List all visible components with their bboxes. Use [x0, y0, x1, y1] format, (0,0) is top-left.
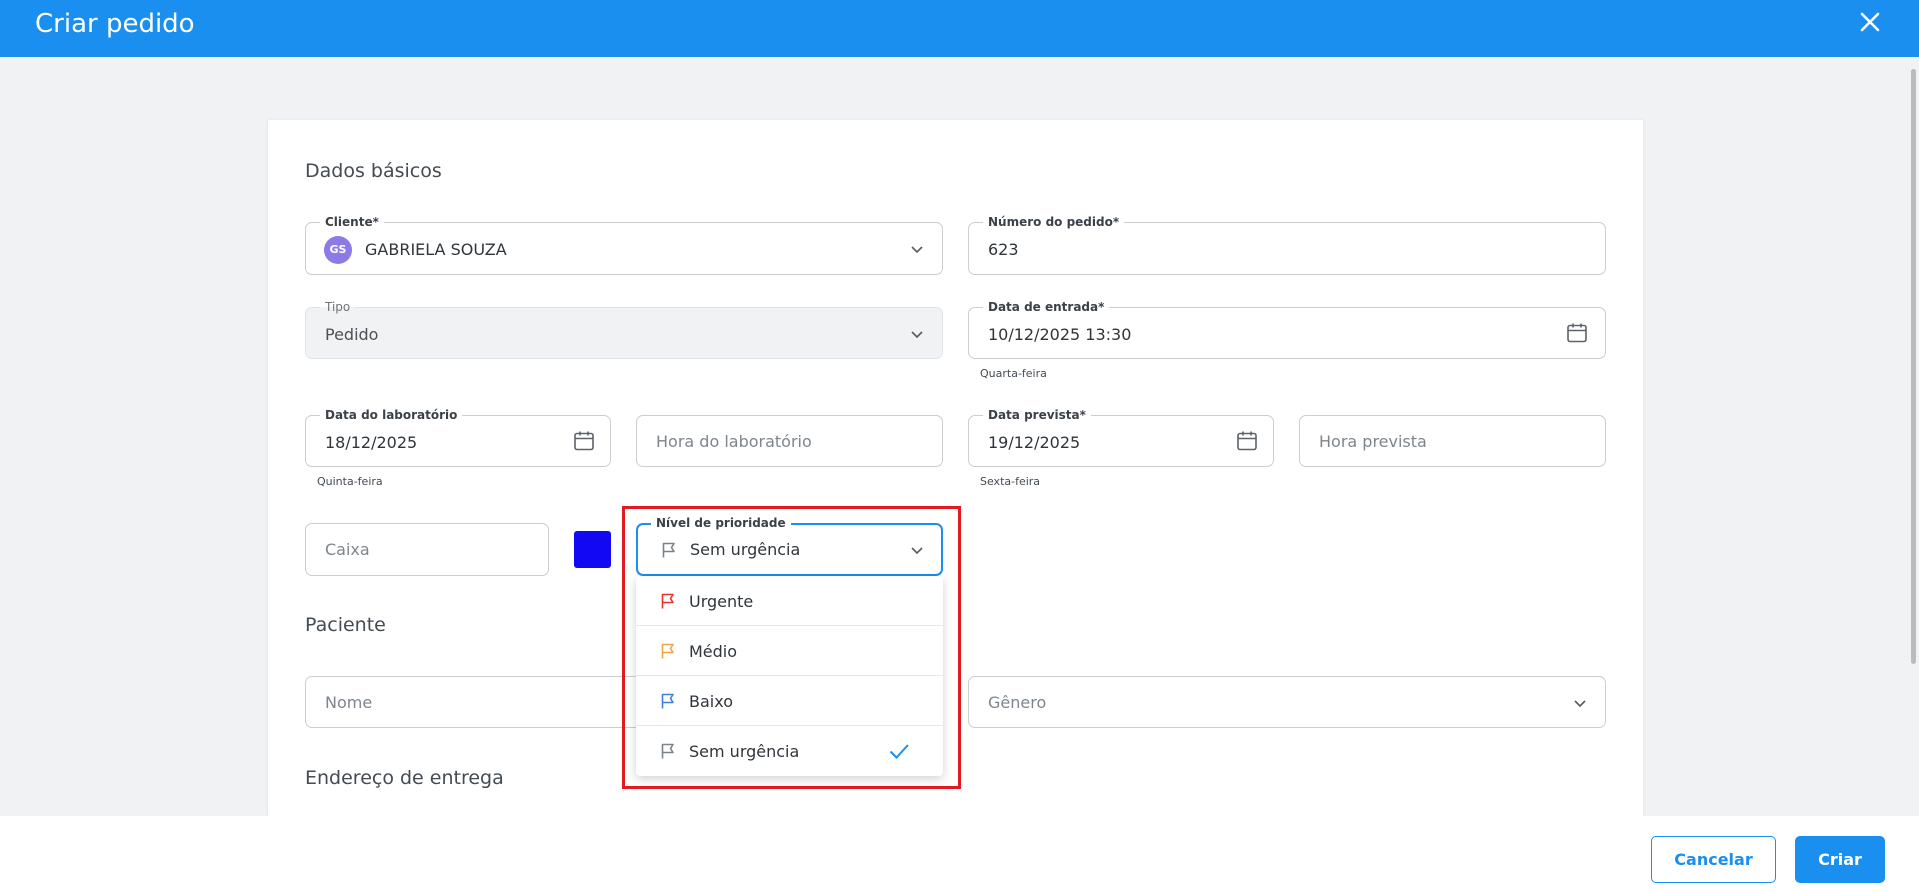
entry-date-label: Data de entrada*: [983, 300, 1110, 314]
chevron-down-icon: [1574, 700, 1586, 708]
chevron-down-icon: [911, 246, 923, 254]
flag-icon: [662, 542, 675, 558]
close-icon[interactable]: [1856, 8, 1884, 36]
option-label: Baixo: [689, 692, 733, 711]
flag-icon: [661, 593, 674, 609]
lab-date-field[interactable]: Data do laboratório 18/12/2025: [305, 408, 611, 467]
option-label: Sem urgência: [689, 742, 800, 761]
type-value: Pedido: [325, 325, 379, 344]
lab-date-value: 18/12/2025: [325, 433, 418, 452]
entry-date-value: 10/12/2025 13:30: [988, 325, 1132, 344]
priority-value: Sem urgência: [690, 540, 801, 559]
box-color-swatch[interactable]: [574, 531, 611, 568]
order-number-label: Número do pedido*: [983, 215, 1125, 229]
option-label: Urgente: [689, 592, 754, 611]
avatar: GS: [324, 236, 352, 264]
lab-date-weekday: Quinta-feira: [317, 475, 383, 488]
order-number-field[interactable]: Número do pedido* 623: [968, 215, 1606, 275]
lab-time-field[interactable]: Hora do laboratório: [636, 415, 943, 467]
option-label: Médio: [689, 642, 738, 661]
cancel-button[interactable]: Cancelar: [1651, 836, 1776, 883]
order-number-value: 623: [988, 240, 1019, 259]
client-value: GABRIELA SOUZA: [365, 240, 507, 259]
flag-icon: [661, 643, 674, 659]
scrollbar[interactable]: [1908, 57, 1919, 816]
priority-option-baixo[interactable]: Baixo: [636, 676, 943, 726]
calendar-icon[interactable]: [572, 429, 596, 453]
modal-header: Criar pedido: [0, 0, 1919, 57]
flag-icon: [661, 693, 674, 709]
gender-placeholder: Gênero: [988, 693, 1047, 712]
section-title-patient: Paciente: [305, 614, 386, 636]
entry-date-weekday: Quarta-feira: [980, 367, 1047, 380]
box-placeholder: Caixa: [325, 540, 370, 559]
form-card: Dados básicos Cliente* GS GABRIELA SOUZA…: [268, 120, 1643, 816]
client-select[interactable]: Cliente* GS GABRIELA SOUZA: [305, 215, 943, 275]
expected-date-field[interactable]: Data prevista* 19/12/2025: [968, 408, 1274, 467]
create-button[interactable]: Criar: [1795, 836, 1885, 883]
expected-date-value: 19/12/2025: [988, 433, 1081, 452]
priority-label: Nível de prioridade: [651, 516, 791, 530]
lab-time-placeholder: Hora do laboratório: [656, 432, 812, 451]
patient-name-placeholder: Nome: [325, 693, 373, 712]
priority-option-sem-urgencia[interactable]: Sem urgência: [636, 726, 943, 776]
chevron-down-icon: [911, 331, 923, 339]
section-title-address: Endereço de entrega: [305, 767, 504, 789]
modal-title: Criar pedido: [35, 9, 195, 39]
client-label: Cliente*: [320, 215, 384, 229]
section-title-basic: Dados básicos: [305, 160, 442, 182]
calendar-icon[interactable]: [1235, 429, 1259, 453]
expected-date-label: Data prevista*: [983, 408, 1091, 422]
priority-select[interactable]: Nível de prioridade Sem urgência: [636, 516, 943, 576]
priority-dropdown-menu: Urgente Médio Baixo Sem urgência: [636, 576, 943, 776]
type-select: Tipo Pedido: [305, 300, 943, 359]
type-label: Tipo: [320, 300, 356, 314]
box-field[interactable]: Caixa: [305, 523, 549, 576]
expected-time-placeholder: Hora prevista: [1319, 432, 1427, 451]
scrollbar-thumb[interactable]: [1911, 69, 1916, 664]
lab-date-label: Data do laboratório: [320, 408, 463, 422]
check-icon: [889, 744, 909, 759]
priority-option-medio[interactable]: Médio: [636, 626, 943, 676]
entry-date-field[interactable]: Data de entrada* 10/12/2025 13:30: [968, 300, 1606, 359]
expected-date-weekday: Sexta-feira: [980, 475, 1041, 488]
expected-time-field[interactable]: Hora prevista: [1299, 415, 1606, 467]
gender-select[interactable]: Gênero: [968, 676, 1606, 728]
priority-option-urgente[interactable]: Urgente: [636, 576, 943, 626]
calendar-icon[interactable]: [1565, 321, 1589, 345]
chevron-down-icon: [911, 547, 923, 555]
modal-footer: [0, 816, 1919, 892]
flag-icon: [661, 743, 674, 759]
